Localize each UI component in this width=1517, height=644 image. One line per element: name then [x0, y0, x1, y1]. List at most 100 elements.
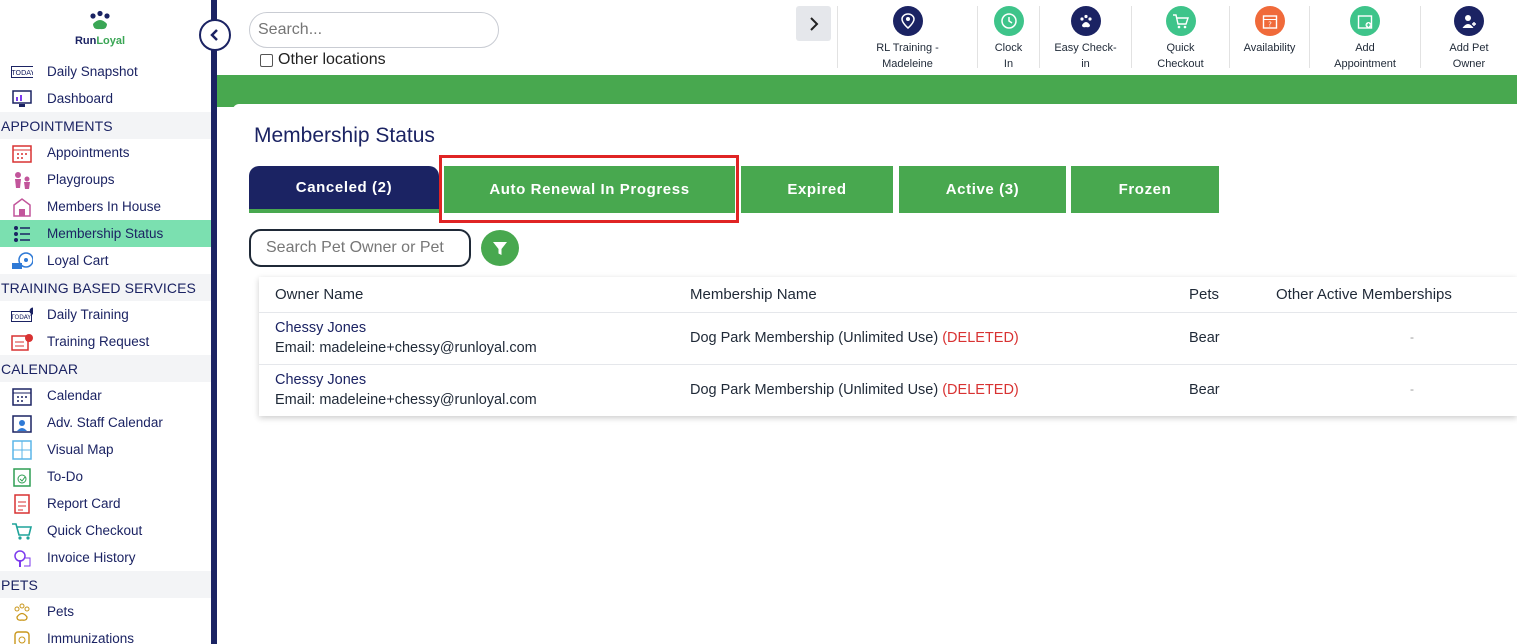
table-row[interactable]: Chessy Jones Email: madeleine+chessy@run…	[259, 364, 1517, 416]
add-pet-owner-label: Add Pet Owner	[1449, 42, 1489, 70]
sidebar-item-label: Quick Checkout	[47, 523, 143, 538]
sidebar-item-label: Appointments	[47, 145, 130, 160]
add-appointment-label: Add Appointment	[1334, 42, 1396, 70]
paw-logo-icon	[90, 10, 110, 30]
sidebar-item-daily-training[interactable]: TODAY Daily Training	[0, 301, 211, 328]
membership-table: Owner Name Membership Name Pets Other Ac…	[259, 277, 1517, 416]
quick-checkout-button[interactable]: Quick Checkout	[1131, 6, 1229, 70]
availability-button[interactable]: ? Availability	[1229, 6, 1309, 68]
page-title: Membership Status	[254, 124, 435, 147]
add-appointment-button[interactable]: Add Appointment	[1309, 6, 1420, 70]
dashboard-monitor-icon	[11, 88, 33, 110]
checkout-cart-icon	[11, 520, 33, 542]
header-membership-name: Membership Name	[690, 286, 817, 303]
other-memberships: -	[1410, 382, 1414, 396]
sidebar-item-dashboard[interactable]: Dashboard	[0, 85, 211, 112]
owner-pet-search-input[interactable]	[266, 239, 456, 257]
sidebar-item-calendar[interactable]: Calendar	[0, 382, 211, 409]
collapse-sidebar-button[interactable]	[199, 19, 231, 51]
sidebar-item-loyal-cart[interactable]: Loyal Cart	[0, 247, 211, 274]
logo-text-run: Run	[74, 35, 97, 47]
deleted-status: (DELETED)	[942, 382, 1019, 398]
availability-label: Availability	[1243, 42, 1296, 54]
sidebar-item-appointments[interactable]: Appointments	[0, 139, 211, 166]
paw-checkin-icon	[1070, 6, 1101, 36]
sidebar-item-label: Report Card	[47, 496, 121, 511]
chevron-right-icon	[809, 16, 818, 31]
quick-checkout-label: Quick Checkout	[1157, 42, 1204, 70]
filter-button[interactable]	[481, 230, 519, 266]
calendar-icon	[11, 385, 33, 407]
owner-name-link[interactable]: Chessy Jones	[275, 320, 366, 336]
training-request-icon	[11, 331, 33, 353]
tab-active[interactable]: Active (3)	[899, 166, 1066, 213]
sidebar-item-label: Loyal Cart	[47, 253, 109, 268]
sidebar-item-members-in-house[interactable]: Members In House	[0, 193, 211, 220]
clock-in-label: Clock In	[994, 42, 1023, 70]
loyal-cart-icon	[11, 250, 33, 272]
sidebar-item-playgroups[interactable]: Playgroups	[0, 166, 211, 193]
sidebar-item-pets[interactable]: Pets	[0, 598, 211, 625]
invoice-history-icon	[11, 547, 33, 569]
location-selector[interactable]: RL Training - Madeleine	[837, 6, 977, 70]
visual-map-icon	[11, 439, 33, 461]
tab-frozen[interactable]: Frozen	[1071, 166, 1219, 213]
other-locations-label: Other locations	[278, 51, 386, 68]
report-card-icon	[11, 493, 33, 515]
global-search[interactable]	[249, 12, 499, 48]
sidebar-item-report-card[interactable]: Report Card	[0, 490, 211, 517]
sidebar-item-label: Training Request	[47, 334, 150, 349]
tab-auto-renewal-in-progress[interactable]: Auto Renewal In Progress	[444, 166, 735, 213]
quick-checkout-icon	[1165, 6, 1196, 36]
sidebar-item-label: Playgroups	[47, 172, 115, 187]
sidebar-item-invoice-history[interactable]: Invoice History	[0, 544, 211, 571]
sidebar-item-adv-staff-calendar[interactable]: Adv. Staff Calendar	[0, 409, 211, 436]
sidebar-item-daily-snapshot[interactable]: TODAY Daily Snapshot	[0, 58, 211, 85]
sidebar-item-label: Daily Snapshot	[47, 64, 138, 79]
tab-canceled[interactable]: Canceled (2)	[249, 166, 439, 213]
tab-expired[interactable]: Expired	[741, 166, 893, 213]
sidebar-item-membership-status[interactable]: Membership Status	[0, 220, 211, 247]
sidebar-nav: TODAY Daily Snapshot Dashboard APPOINTME…	[0, 58, 211, 644]
header-other-active-memberships: Other Active Memberships	[1276, 286, 1452, 303]
global-search-input[interactable]	[258, 21, 490, 39]
membership-title: Dog Park Membership (Unlimited Use)	[690, 382, 939, 398]
other-memberships: -	[1410, 330, 1414, 344]
membership-name: Dog Park Membership (Unlimited Use) (DEL…	[690, 382, 1019, 398]
owner-pet-search[interactable]	[249, 229, 471, 267]
easy-check-in-button[interactable]: Easy Check- in	[1039, 6, 1131, 70]
todo-check-icon	[11, 466, 33, 488]
sidebar-item-label: Daily Training	[47, 307, 129, 322]
sidebar-item-label: Members In House	[47, 199, 162, 214]
runloyal-logo[interactable]: RunLoyal	[70, 10, 130, 47]
pet-name: Bear	[1189, 382, 1220, 398]
paw-icon	[11, 601, 33, 623]
owner-name-link[interactable]: Chessy Jones	[275, 372, 366, 388]
header-band	[217, 75, 1517, 107]
logo-text-loyal: Loyal	[96, 35, 126, 47]
playgroups-dogs-icon	[11, 169, 33, 191]
sidebar-item-visual-map[interactable]: Visual Map	[0, 436, 211, 463]
sidebar-item-immunizations[interactable]: Immunizations	[0, 625, 211, 644]
header-pets: Pets	[1189, 286, 1220, 303]
sidebar-item-quick-checkout[interactable]: Quick Checkout	[0, 517, 211, 544]
filter-funnel-icon	[493, 242, 507, 255]
membership-title: Dog Park Membership (Unlimited Use)	[690, 330, 939, 346]
sidebar-item-training-request[interactable]: Training Request	[0, 328, 211, 355]
staff-calendar-icon	[11, 412, 33, 434]
other-locations[interactable]: Other locations	[260, 51, 386, 69]
immunizations-icon	[11, 628, 33, 644]
clock-in-button[interactable]: Clock In	[977, 6, 1039, 70]
sidebar-item-label: Immunizations	[47, 631, 135, 644]
header-owner-name: Owner Name	[275, 286, 364, 303]
add-pet-owner-button[interactable]: Add Pet Owner	[1420, 6, 1517, 70]
other-locations-checkbox[interactable]	[260, 53, 273, 67]
sidebar-item-label: To-Do	[47, 469, 84, 484]
owner-email: Email: madeleine+chessy@runloyal.com	[275, 340, 537, 356]
svg-text:TODAY: TODAY	[11, 314, 31, 321]
today-whistle-icon: TODAY	[11, 304, 33, 326]
table-row[interactable]: Chessy Jones Email: madeleine+chessy@run…	[259, 312, 1517, 364]
sidebar-item-label: Visual Map	[47, 442, 114, 457]
sidebar-item-to-do[interactable]: To-Do	[0, 463, 211, 490]
expand-actions-button[interactable]	[796, 6, 831, 41]
